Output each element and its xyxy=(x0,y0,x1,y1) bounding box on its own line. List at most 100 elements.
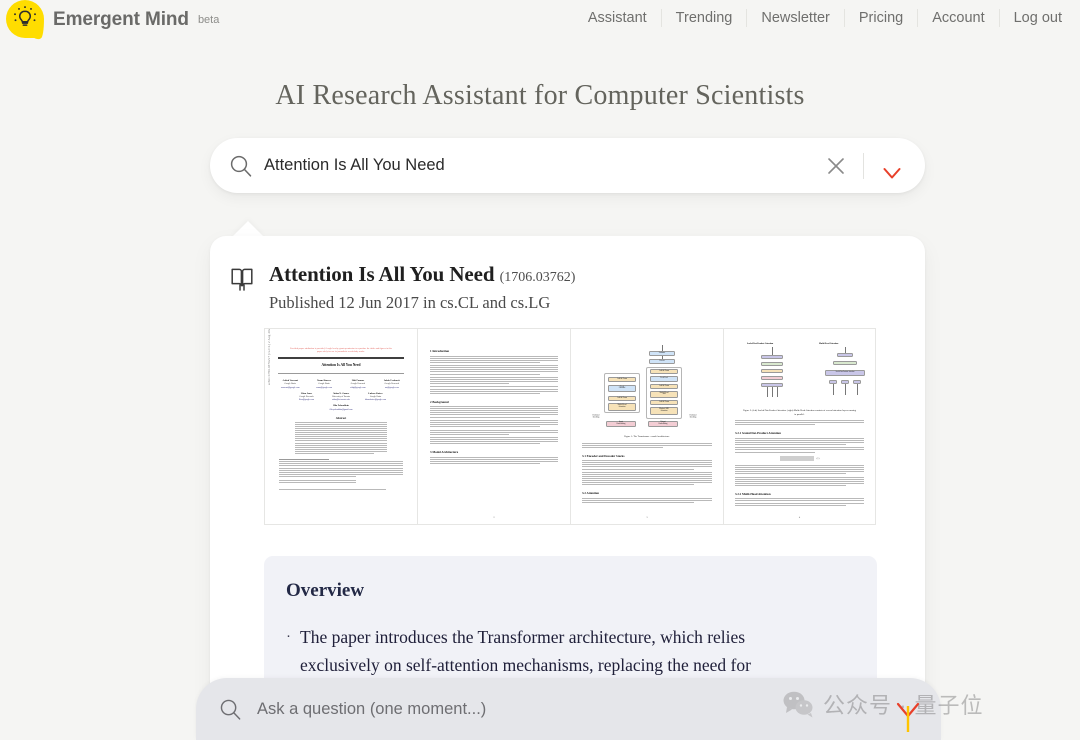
open-book-icon xyxy=(229,266,255,292)
page-title: AI Research Assistant for Computer Scien… xyxy=(0,80,1080,112)
overview-heading: Overview xyxy=(286,580,855,602)
brand-beta-tag: beta xyxy=(198,15,219,38)
author-block: Łukasz Kaiser Google Brain lukaszkaiser@… xyxy=(360,393,391,403)
diagram-block-softmax xyxy=(761,362,783,366)
paper-header: Attention Is All You Need (1706.03762) P… xyxy=(210,236,925,313)
diagram-block-masked-attention: Masked MHAttention xyxy=(650,407,678,415)
body-text xyxy=(735,438,864,453)
diagram-block-linear xyxy=(853,380,861,384)
page-2-thumbnail[interactable]: 1 Introduction 2 Background xyxy=(417,328,570,525)
section-heading: 3.1 Encoder and Decoder Stacks xyxy=(582,454,712,458)
paper-title: Attention Is All You Need xyxy=(269,262,494,286)
author-email: lukaszkaiser@google.com xyxy=(360,399,391,402)
body-text xyxy=(430,356,558,394)
brand-name: Emergent Mind xyxy=(53,10,189,38)
search-bar[interactable]: Attention Is All You Need xyxy=(210,138,925,193)
search-icon xyxy=(228,153,254,179)
diagram-block-input-embedding: InputEmbedding xyxy=(606,421,636,427)
ask-question-bar[interactable]: Ask a question (one moment...) xyxy=(196,678,941,740)
diagram-block-output-embedding: OutputEmbedding xyxy=(648,421,678,427)
diagram-title-multi-head: Multi-Head Attention xyxy=(819,343,838,345)
paper-result-card: Attention Is All You Need (1706.03762) P… xyxy=(210,236,925,740)
nav-item-trending[interactable]: Trending xyxy=(661,9,747,27)
search-input[interactable]: Attention Is All You Need xyxy=(264,156,823,175)
body-text xyxy=(430,457,558,464)
page-3-thumbnail[interactable]: Softmax Linear Add & Norm FeedForward Ad… xyxy=(570,328,723,525)
attribution-note: Provided proper attribution is provided,… xyxy=(288,348,394,354)
bullet-marker: · xyxy=(286,624,291,679)
paper-title-row[interactable]: Attention Is All You Need (1706.03762) xyxy=(269,262,575,286)
diagram-block-linear xyxy=(837,353,853,357)
author-row-1: Ashish Vaswani Google Brain avaswani@goo… xyxy=(275,380,407,390)
author-email: avaswani@google.com xyxy=(275,387,305,390)
title-rule xyxy=(278,357,404,359)
page-number: 3 xyxy=(571,516,723,519)
author-block: Ashish Vaswani Google Brain avaswani@goo… xyxy=(275,380,305,390)
page-1-thumbnail[interactable]: arXiv:1706.03762v7 [cs.CL] 2 Aug 2023 Pr… xyxy=(264,328,417,525)
top-header: Emergent Mind beta Assistant Trending Ne… xyxy=(0,0,1080,38)
diagram-block-add-norm: Add & Norm xyxy=(650,369,678,374)
search-icon xyxy=(218,697,243,722)
author-block: Jakob Uszkoreit Google Research usz@goog… xyxy=(377,380,407,390)
body-text xyxy=(582,443,712,448)
nav-item-newsletter[interactable]: Newsletter xyxy=(746,9,844,27)
diagram-block-multi-head-attention: Multi-HeadAttention xyxy=(608,403,636,411)
figure-caption: Figure 2: (left) Scaled Dot-Product Atte… xyxy=(743,409,856,416)
diagram-block-concat xyxy=(833,361,857,365)
section-heading: 2 Background xyxy=(430,400,558,404)
author-email: llion@google.com xyxy=(291,399,322,402)
ask-input[interactable]: Ask a question (one moment...) xyxy=(257,700,486,719)
body-text xyxy=(735,498,864,505)
arrow-down-icon[interactable] xyxy=(879,151,905,181)
card-pointer-caret xyxy=(232,221,264,237)
section-heading: 3.2.2 Multi-Head Attention xyxy=(735,492,864,496)
diagram-block-add-norm: Add & Norm xyxy=(608,396,636,401)
logo-mark xyxy=(6,0,44,38)
diagram-block-matmul xyxy=(761,355,783,359)
section-heading: 3.2 Attention xyxy=(582,491,712,495)
paper-arxiv-id: (1706.03762) xyxy=(500,270,576,285)
nav-item-logout[interactable]: Log out xyxy=(999,9,1068,27)
section-heading: 3 Model Architecture xyxy=(430,450,558,454)
page-number: 4 xyxy=(724,516,875,519)
app-root: Emergent Mind beta Assistant Trending Ne… xyxy=(0,0,1080,740)
positional-encoding-label: PositionalEncoding xyxy=(682,415,704,418)
diagram-block-linear xyxy=(829,380,837,384)
author-block: Aidan N. Gomez University of Toronto aid… xyxy=(326,393,357,403)
diagram-block-multi-head-attention: Multi-HeadAttn xyxy=(650,391,678,398)
brand-logo[interactable]: Emergent Mind beta xyxy=(0,0,219,38)
page-number: 2 xyxy=(418,516,570,519)
page-4-thumbnail[interactable]: Scaled Dot-Product Attention Multi-Head … xyxy=(723,328,876,525)
paper-meta: Published 12 Jun 2017 in cs.CL and cs.LG xyxy=(269,293,575,313)
author-row-2: Llion Jones Google Research llion@google… xyxy=(275,393,407,403)
nav-item-account[interactable]: Account xyxy=(917,9,998,27)
positional-encoding-label: PositionalEncoding xyxy=(586,415,606,418)
toolbar-divider xyxy=(863,153,864,179)
author-row-3: Illia Polosukhin illia.polosukhin@gmail.… xyxy=(275,405,407,411)
body-text xyxy=(735,465,864,486)
nav-item-assistant[interactable]: Assistant xyxy=(574,9,661,27)
arxiv-watermark: arXiv:1706.03762v7 [cs.CL] 2 Aug 2023 xyxy=(267,328,271,385)
diagram-block-feed-forward: FeedForward xyxy=(608,385,636,392)
transformer-architecture-diagram: Softmax Linear Add & Norm FeedForward Ad… xyxy=(586,343,708,431)
main-nav: Assistant Trending Newsletter Pricing Ac… xyxy=(574,9,1080,29)
attention-diagrams: Scaled Dot-Product Attention Multi-Head … xyxy=(737,343,862,405)
equation-row: (1) xyxy=(735,456,864,461)
overview-list-item: · The paper introduces the Transformer a… xyxy=(286,624,855,679)
thumb-paper-title: Attention Is All You Need xyxy=(275,363,407,367)
mouse-cursor-icon xyxy=(894,700,922,734)
body-text xyxy=(582,460,712,485)
diagram-block-linear: Linear xyxy=(649,359,675,364)
lightbulb-icon xyxy=(13,5,37,31)
nav-item-pricing[interactable]: Pricing xyxy=(844,9,917,27)
section-heading: 3.2.1 Scaled Dot-Product Attention xyxy=(735,431,864,435)
diagram-block-add-norm: Add & Norm xyxy=(650,400,678,405)
diagram-block-feed-forward: Feed Fwd xyxy=(650,376,678,382)
diagram-block-scaled-dot-product-attention: Scaled Dot-Product Attention xyxy=(825,370,865,376)
diagram-block-mask xyxy=(761,369,783,373)
close-icon[interactable] xyxy=(823,153,849,179)
footnote-body xyxy=(279,461,403,482)
author-email: aidan@cs.toronto.edu xyxy=(326,399,357,402)
diagram-block-linear xyxy=(841,380,849,384)
body-text xyxy=(430,406,558,444)
